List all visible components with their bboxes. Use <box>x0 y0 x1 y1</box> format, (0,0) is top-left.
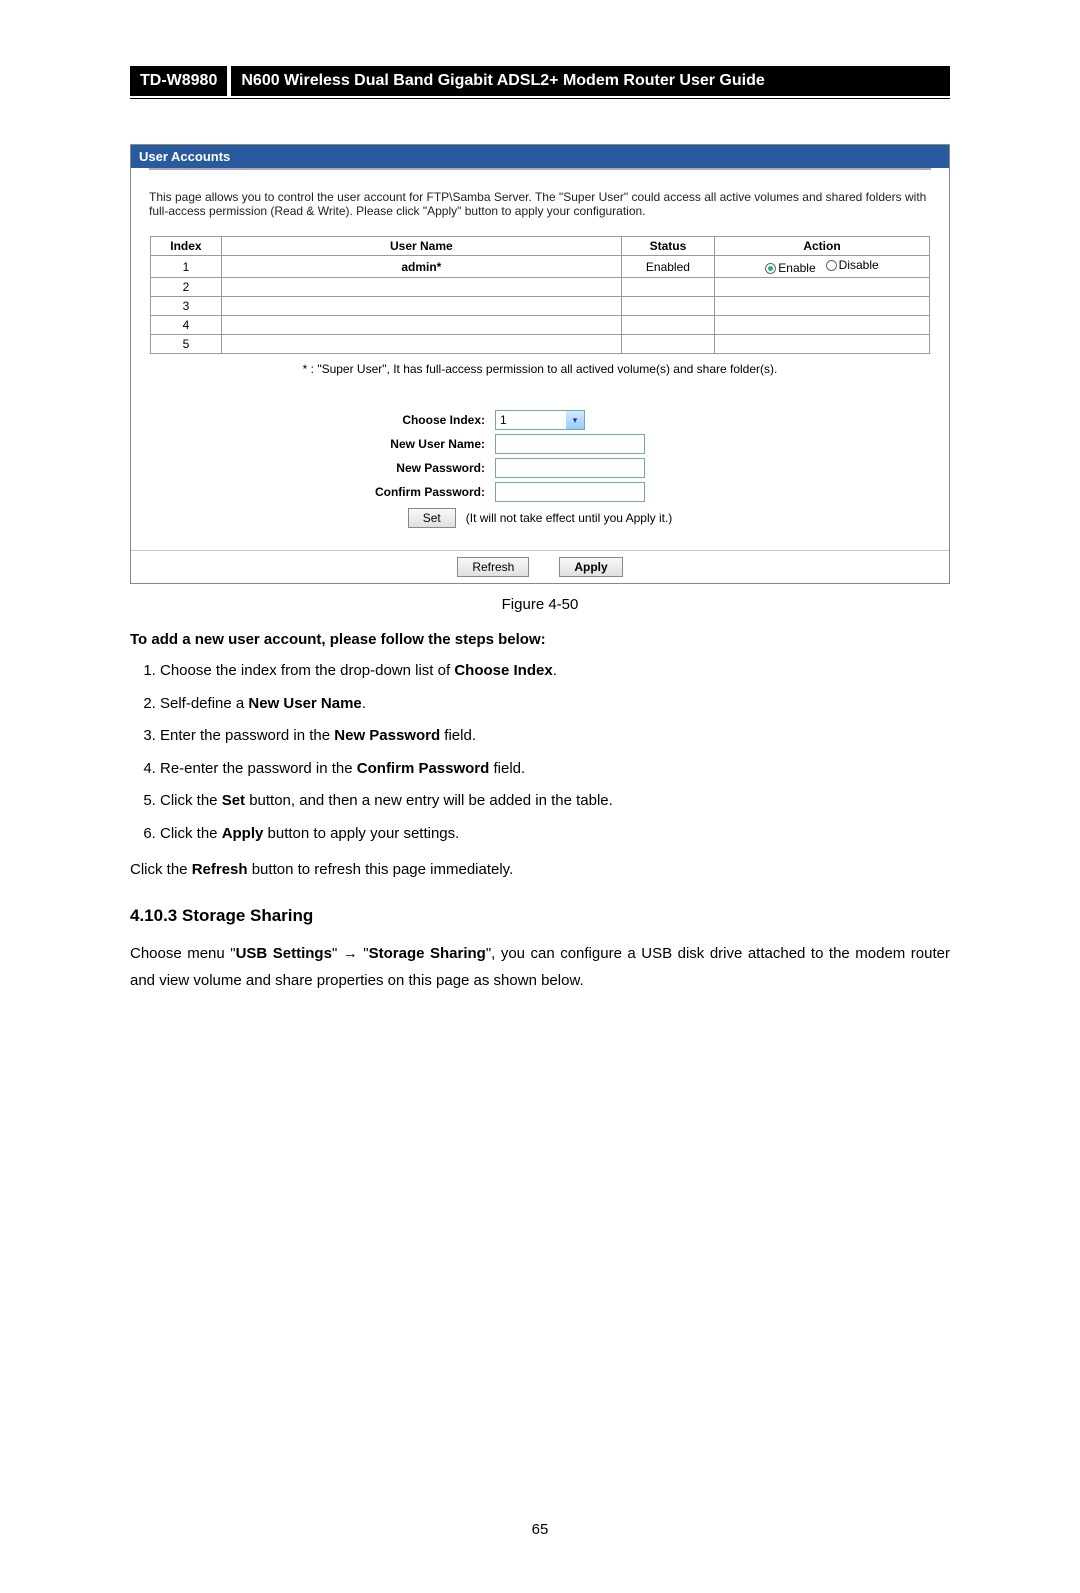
refresh-line: Click the Refresh button to refresh this… <box>130 859 950 882</box>
subsection-heading: 4.10.3 Storage Sharing <box>130 906 950 926</box>
cell-username <box>221 278 621 297</box>
col-action: Action <box>715 237 930 256</box>
page-header: TD-W8980 N600 Wireless Dual Band Gigabit… <box>130 66 950 96</box>
choose-index-dropdown[interactable]: 1 ▾ <box>495 410 585 430</box>
subsection-paragraph: Choose menu "USB Settings" → "Storage Sh… <box>130 940 950 994</box>
step-item: Click the Apply button to apply your set… <box>160 823 950 846</box>
table-row: 4 <box>151 316 930 335</box>
cell-action <box>715 278 930 297</box>
cell-status <box>621 335 714 354</box>
chevron-down-icon: ▾ <box>566 411 584 429</box>
button-row: Refresh Apply <box>131 550 949 583</box>
apply-button[interactable]: Apply <box>559 557 622 577</box>
cell-status: Enabled <box>621 256 714 278</box>
choose-index-label: Choose Index: <box>295 413 495 427</box>
cell-index: 1 <box>151 256 222 278</box>
enable-label: Enable <box>778 261 815 275</box>
guide-title: N600 Wireless Dual Band Gigabit ADSL2+ M… <box>231 66 950 96</box>
disable-radio[interactable]: Disable <box>826 258 879 272</box>
cell-action <box>715 316 930 335</box>
confirm-password-input[interactable] <box>495 482 645 502</box>
cell-status <box>621 297 714 316</box>
steps-list: Choose the index from the drop-down list… <box>160 660 950 845</box>
col-index: Index <box>151 237 222 256</box>
section-title: User Accounts <box>131 145 949 168</box>
form-area: Choose Index: 1 ▾ New User Name: New Pas… <box>131 396 949 550</box>
cell-index: 5 <box>151 335 222 354</box>
cell-index: 4 <box>151 316 222 335</box>
step-item: Click the Set button, and then a new ent… <box>160 790 950 813</box>
step-item: Self-define a New User Name. <box>160 693 950 716</box>
radio-dot-icon <box>765 263 776 274</box>
set-button[interactable]: Set <box>408 508 456 528</box>
cell-status <box>621 316 714 335</box>
table-row: 5 <box>151 335 930 354</box>
accounts-table: Index User Name Status Action 1 admin* E… <box>150 236 930 354</box>
cell-index: 2 <box>151 278 222 297</box>
set-note: (It will not take effect until you Apply… <box>466 511 673 525</box>
cell-action <box>715 335 930 354</box>
intro-text: This page allows you to control the user… <box>131 170 949 228</box>
figure-caption: Figure 4-50 <box>0 596 1080 613</box>
col-status: Status <box>621 237 714 256</box>
new-password-input[interactable] <box>495 458 645 478</box>
refresh-button[interactable]: Refresh <box>457 557 529 577</box>
radio-dot-icon <box>826 260 837 271</box>
confirm-password-label: Confirm Password: <box>295 485 495 499</box>
step-item: Enter the password in the New Password f… <box>160 725 950 748</box>
cell-username <box>221 297 621 316</box>
enable-radio[interactable]: Enable <box>765 261 815 275</box>
page-number: 65 <box>0 1521 1080 1538</box>
step-item: Choose the index from the drop-down list… <box>160 660 950 683</box>
instruction-heading: To add a new user account, please follow… <box>130 631 950 648</box>
disable-label: Disable <box>839 258 879 272</box>
header-underline <box>130 98 950 99</box>
cell-username <box>221 335 621 354</box>
table-footnote: * : "Super User", It has full-access per… <box>131 362 949 376</box>
new-password-label: New Password: <box>295 461 495 475</box>
cell-username: admin* <box>221 256 621 278</box>
dropdown-value: 1 <box>496 413 566 427</box>
cell-action: Enable Disable <box>715 256 930 278</box>
col-username: User Name <box>221 237 621 256</box>
new-user-label: New User Name: <box>295 437 495 451</box>
instructions: To add a new user account, please follow… <box>130 631 950 994</box>
cell-status <box>621 278 714 297</box>
step-item: Re-enter the password in the Confirm Pas… <box>160 758 950 781</box>
cell-index: 3 <box>151 297 222 316</box>
table-row: 1 admin* Enabled Enable Disable <box>151 256 930 278</box>
model-number: TD-W8980 <box>130 66 227 96</box>
cell-action <box>715 297 930 316</box>
cell-username <box>221 316 621 335</box>
table-row: 3 <box>151 297 930 316</box>
new-user-input[interactable] <box>495 434 645 454</box>
router-ui-screenshot: User Accounts This page allows you to co… <box>130 144 950 584</box>
table-row: 2 <box>151 278 930 297</box>
